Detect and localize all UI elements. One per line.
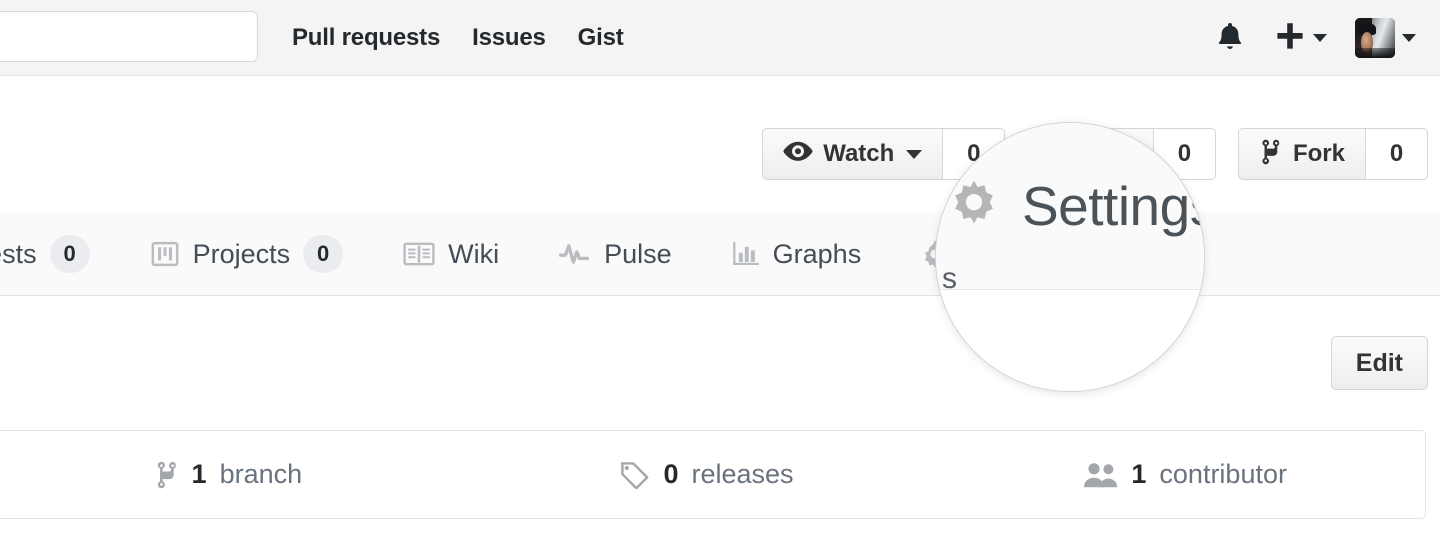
stat-label: contributor — [1159, 459, 1287, 489]
tab-pulse[interactable]: Pulse — [529, 212, 702, 296]
tab-label: equests — [0, 238, 37, 269]
project-board-icon — [150, 239, 180, 269]
watch-label: Watch — [823, 140, 895, 167]
search-input[interactable] — [0, 12, 257, 61]
graph-icon — [732, 240, 760, 268]
watch-button[interactable]: Watch — [762, 128, 944, 180]
notifications-button[interactable] — [1200, 0, 1260, 76]
create-new-menu[interactable] — [1260, 0, 1341, 76]
tab-label: Graphs — [772, 238, 862, 269]
pulse-icon — [559, 242, 591, 266]
book-icon — [403, 241, 435, 267]
magnifier-label: Settings — [1022, 174, 1205, 237]
chevron-down-icon — [1313, 34, 1327, 42]
tab-graphs[interactable]: Graphs — [702, 212, 892, 296]
stat-contributors[interactable]: 1 contributor — [946, 459, 1425, 490]
stat-label: branch — [219, 459, 303, 489]
tab-badge: 0 — [303, 235, 344, 273]
fork-button[interactable]: Fork — [1237, 128, 1366, 180]
stat-count: 1 — [1131, 459, 1147, 489]
stat-branches[interactable]: 1 branch — [0, 459, 468, 490]
header-nav: Pull requests Issues Gist — [292, 0, 624, 76]
header-right-actions — [1200, 0, 1430, 76]
github-repo-page: Pull requests Issues Gist Watch Fork 0 s… — [0, 0, 1440, 534]
git-branch-icon — [155, 460, 179, 490]
tab-wiki[interactable]: Wiki — [373, 212, 529, 296]
magnifier-loupe: s Settings — [935, 122, 1205, 392]
stat-releases[interactable]: 0 releases — [468, 459, 947, 490]
repo-tab-nav: equests 0 Projects 0 — [0, 212, 1440, 296]
tab-label: Pulse — [604, 238, 672, 269]
stat-count: 0 — [663, 459, 679, 489]
user-menu[interactable] — [1341, 0, 1430, 76]
fork-button-group: Fork 0 — [1237, 128, 1428, 180]
repo-forked-icon — [1259, 138, 1283, 171]
tab-pull-requests[interactable]: equests 0 — [0, 212, 120, 296]
chevron-down-icon — [1402, 34, 1416, 42]
stat-count: 1 — [191, 459, 207, 489]
tab-list: equests 0 Projects 0 — [0, 212, 1440, 296]
tab-badge: 0 — [49, 235, 90, 273]
nav-gist[interactable]: Gist — [578, 26, 624, 50]
chevron-down-icon — [906, 149, 923, 159]
search-box[interactable] — [0, 11, 258, 62]
eye-icon — [783, 141, 813, 168]
fork-count[interactable]: 0 — [1366, 128, 1428, 180]
fork-label: Fork — [1292, 140, 1345, 167]
site-header: Pull requests Issues Gist — [0, 0, 1440, 76]
loupe-background-bottom — [936, 290, 1204, 391]
loupe-content: Settings — [936, 123, 1204, 289]
stat-label: releases — [691, 459, 794, 489]
people-icon — [1084, 462, 1118, 488]
repo-description-row: . — [0, 300, 1440, 428]
tag-icon — [620, 461, 650, 489]
repo-stats-bar: 1 branch 0 releases 1 contributor — [0, 430, 1426, 519]
tab-projects[interactable]: Projects 0 — [120, 212, 374, 296]
tab-label: Projects — [192, 238, 291, 269]
nav-pull-requests[interactable]: Pull requests — [292, 26, 440, 50]
nav-issues[interactable]: Issues — [472, 26, 546, 50]
bell-icon — [1214, 19, 1246, 58]
gear-icon — [948, 180, 1000, 232]
plus-icon — [1274, 20, 1306, 57]
tab-label: Wiki — [448, 238, 500, 269]
edit-button[interactable]: Edit — [1330, 336, 1428, 390]
avatar — [1355, 18, 1395, 58]
